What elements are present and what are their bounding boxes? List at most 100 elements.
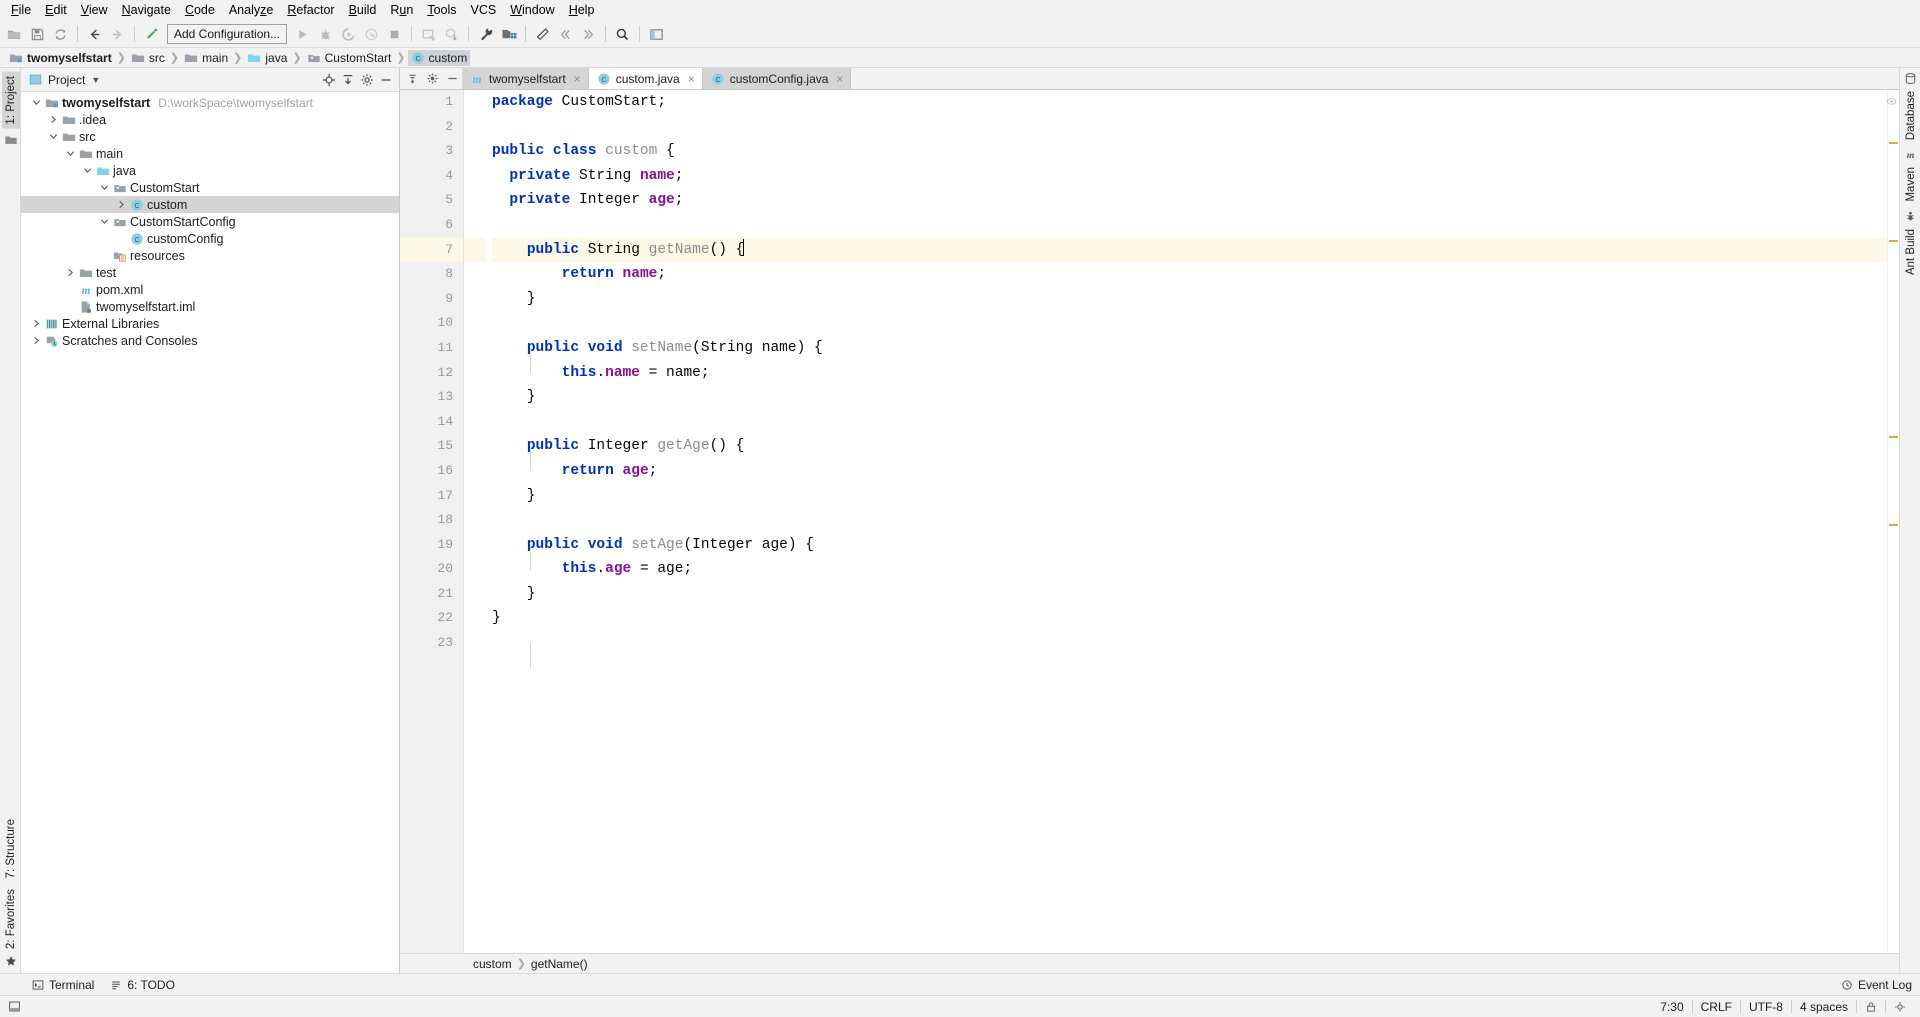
tree-node-external-libraries[interactable]: External Libraries — [21, 315, 399, 332]
chevron-right-icon[interactable] — [29, 319, 43, 328]
run-with-coverage-icon[interactable] — [337, 23, 360, 46]
fold-gutter-line[interactable] — [464, 115, 486, 140]
menu-item-navigate[interactable]: Navigate — [115, 1, 178, 20]
menu-item-tools[interactable]: Tools — [420, 1, 463, 20]
tab-customconfig-java[interactable]: CcustomConfig.java × — [702, 68, 852, 89]
code-line[interactable]: public Integer getAge() { — [492, 434, 1887, 459]
profile-icon[interactable] — [360, 23, 383, 46]
line-number[interactable]: 7 — [400, 237, 463, 263]
locate-crosshair-icon[interactable] — [319, 70, 338, 89]
code-line[interactable]: private String name; — [492, 164, 1887, 189]
settings-wrench-icon[interactable] — [474, 23, 497, 46]
line-number[interactable]: 12 — [400, 361, 463, 386]
line-number[interactable]: 3 — [400, 139, 463, 164]
open-folder-icon[interactable] — [3, 23, 26, 46]
code-line[interactable] — [492, 311, 1887, 336]
magnifier-icon[interactable] — [611, 23, 634, 46]
tree-node-java[interactable]: java — [21, 162, 399, 179]
fold-gutter-line[interactable] — [464, 582, 486, 607]
search-everywhere-icon[interactable] — [531, 23, 554, 46]
hide-icon[interactable] — [442, 69, 462, 89]
line-number[interactable]: 23 — [400, 631, 463, 656]
line-number[interactable]: 19 — [400, 533, 463, 558]
save-all-icon[interactable] — [26, 23, 49, 46]
code-line[interactable]: package CustomStart; — [492, 90, 1887, 115]
editor-breadcrumb-custom[interactable]: custom — [470, 956, 515, 972]
menu-item-edit[interactable]: Edit — [38, 1, 74, 20]
lock-icon[interactable] — [1857, 999, 1885, 1015]
attach-debugger-icon[interactable] — [417, 23, 440, 46]
sidebar-item-project[interactable]: 1: Project — [1, 72, 20, 129]
code-line[interactable]: public void setAge(Integer age) { — [492, 533, 1887, 558]
line-number[interactable]: 5 — [400, 188, 463, 213]
code-line[interactable]: public void setName(String name) { — [492, 336, 1887, 361]
show-tool-windows-icon[interactable] — [8, 998, 29, 1015]
sort-tabs-icon[interactable] — [402, 69, 422, 89]
line-number[interactable]: 21 — [400, 582, 463, 607]
editor-marker-bar[interactable] — [1886, 90, 1899, 953]
code-line[interactable]: } — [492, 484, 1887, 509]
chevron-right-icon[interactable] — [29, 336, 43, 345]
file-encoding[interactable]: UTF-8 — [1741, 998, 1791, 1016]
code-line[interactable]: } — [492, 606, 1887, 631]
chevron-right-icon[interactable] — [114, 200, 128, 209]
line-number[interactable]: 8 — [400, 262, 463, 287]
code-marker[interactable] — [1889, 436, 1898, 438]
code-line[interactable]: private Integer age; — [492, 188, 1887, 213]
forward-arrow-icon[interactable] — [106, 23, 129, 46]
debug-icon[interactable] — [314, 23, 337, 46]
menu-item-help[interactable]: Help — [562, 1, 602, 20]
line-number[interactable]: 11 — [400, 336, 463, 361]
fold-gutter-line[interactable] — [464, 90, 486, 115]
build-hammer-icon[interactable] — [140, 23, 163, 46]
project-view-selector[interactable]: Project ▼ — [29, 73, 100, 87]
code-line[interactable]: } — [492, 582, 1887, 607]
breadcrumb-main[interactable]: main — [181, 50, 231, 66]
tree-node--idea[interactable]: .idea — [21, 111, 399, 128]
eye-inspection-icon[interactable] — [1886, 96, 1897, 107]
line-number[interactable]: 16 — [400, 459, 463, 484]
fold-gutter-line[interactable] — [464, 385, 486, 410]
fold-gutter-line[interactable] — [464, 164, 486, 189]
code-line[interactable] — [492, 410, 1887, 435]
breadcrumb-java[interactable]: java — [244, 50, 290, 66]
line-number[interactable]: 13 — [400, 385, 463, 410]
line-number[interactable]: 22 — [400, 606, 463, 631]
sidebar-item-structure[interactable]: 7: Structure — [2, 815, 20, 882]
menu-item-code[interactable]: Code — [178, 1, 222, 20]
line-number[interactable]: 18 — [400, 508, 463, 533]
line-number[interactable]: 14 — [400, 410, 463, 435]
stop-icon[interactable] — [383, 23, 406, 46]
fold-gutter-line[interactable] — [464, 434, 486, 459]
fold-gutter-line[interactable] — [464, 361, 486, 386]
menu-item-view[interactable]: View — [74, 1, 115, 20]
settings-gear-icon[interactable] — [422, 69, 442, 89]
menu-item-file[interactable]: File — [4, 1, 38, 20]
breadcrumb-customstart[interactable]: CustomStart — [304, 50, 395, 66]
tree-node-customstart[interactable]: CustomStart — [21, 179, 399, 196]
line-number[interactable]: 17 — [400, 484, 463, 509]
line-number[interactable]: 9 — [400, 287, 463, 312]
code-line[interactable] — [492, 115, 1887, 140]
tab-custom-java[interactable]: Ccustom.java × — [588, 68, 703, 89]
chevron-right-icon[interactable] — [46, 115, 60, 124]
code-line[interactable]: } — [492, 287, 1887, 312]
breadcrumb-custom[interactable]: Ccustom — [407, 49, 471, 66]
tree-node-src[interactable]: src — [21, 128, 399, 145]
tab-twomyselfstart[interactable]: m twomyselfstart × — [462, 68, 589, 89]
fold-gutter-line[interactable] — [464, 557, 486, 582]
fold-gutter-line[interactable] — [464, 606, 486, 631]
editor-breadcrumb-getname-[interactable]: getName() — [528, 956, 591, 972]
code-marker[interactable] — [1889, 524, 1898, 526]
chevron-down-icon[interactable] — [29, 98, 43, 107]
code-line[interactable] — [492, 508, 1887, 533]
tree-node-test[interactable]: test — [21, 264, 399, 281]
code-marker[interactable] — [1889, 142, 1898, 144]
sidebar-item-ant-build[interactable]: Ant Build — [1902, 225, 1920, 279]
sync-refresh-icon[interactable] — [49, 23, 72, 46]
fold-gutter-line[interactable] — [464, 262, 486, 287]
layout-icon[interactable] — [645, 23, 668, 46]
line-separator[interactable]: CRLF — [1693, 998, 1740, 1016]
line-number[interactable]: 6 — [400, 213, 463, 238]
menu-item-run[interactable]: Run — [383, 1, 420, 20]
